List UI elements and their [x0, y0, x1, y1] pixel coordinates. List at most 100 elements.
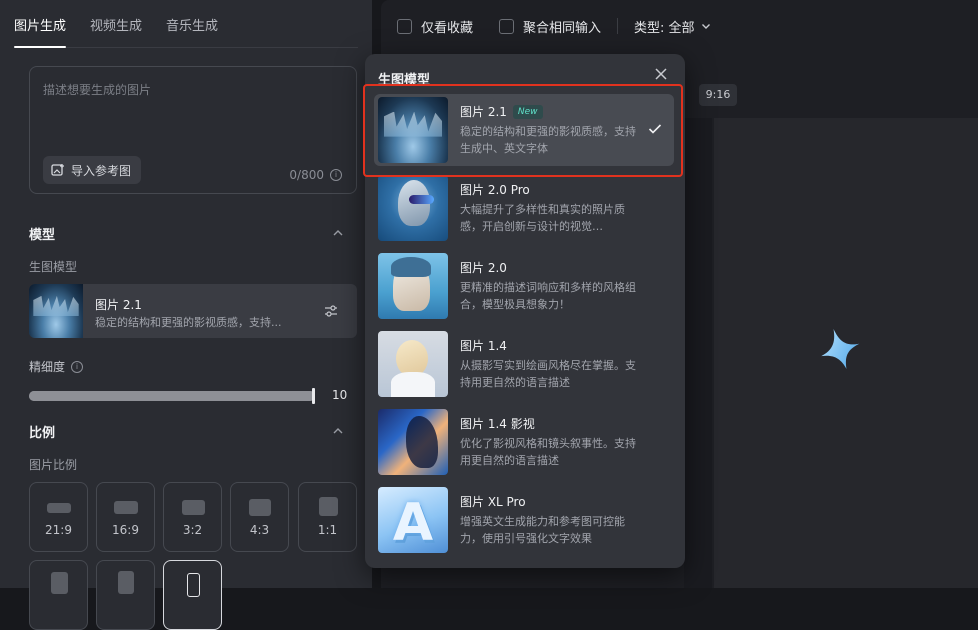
tab-image-generation[interactable]: 图片生成: [14, 0, 67, 48]
model-option-name-row: 图片 2.0 Pro: [460, 181, 530, 198]
model-option-name: 图片 1.4 影视: [460, 417, 535, 431]
model-option-desc: 大幅提升了多样性和真实的照片质感，开启创新与设计的视觉…: [460, 203, 625, 233]
model-option-desc: 从摄影写实到绘画风格尽在掌握。支持用更自然的语言描述: [460, 359, 636, 389]
model-option-name: 图片 2.0 Pro: [460, 183, 530, 197]
canvas-strip: [684, 118, 712, 588]
modal-title: 生图模型: [378, 73, 431, 88]
generation-tabs: 图片生成 视频生成 音乐生成: [14, 0, 358, 48]
ratio-shape: [51, 572, 68, 594]
ratio-shape: [187, 573, 200, 597]
detail-slider-handle[interactable]: [312, 388, 315, 404]
ratio-section-title: 比例: [29, 426, 56, 441]
model-option-2-1[interactable]: 图片 2.1 New 稳定的结构和更强的影视质感，支持生成中、英文字体: [374, 94, 674, 166]
model-option-name: 图片 2.0: [460, 261, 507, 275]
model-option-xl-pro[interactable]: A 图片 XL Pro 增强英文生成能力和参考图可控能力，使用引号强化文字效果: [374, 484, 674, 556]
chevron-down-icon: [701, 24, 710, 29]
left-panel: 图片生成 视频生成 音乐生成 导入参考图 0/800 i 模型 生图模型 图片 …: [0, 0, 372, 630]
prompt-input[interactable]: [43, 81, 343, 141]
chevron-up-icon[interactable]: [332, 425, 344, 437]
adjust-sliders-icon[interactable]: [323, 303, 339, 319]
ratio-16-9[interactable]: 16:9: [96, 482, 155, 552]
model-option-name: 图片 XL Pro: [460, 495, 526, 509]
model-sub-label: 生图模型: [29, 260, 78, 274]
import-reference-button[interactable]: 导入参考图: [43, 156, 142, 184]
letter-a-logo: A: [392, 493, 434, 553]
ratio-label: 3:2: [182, 523, 203, 537]
model-selector-modal: 生图模型 图片 2.1 New 稳定的结构和更强的影视质感，支持生成中、英文字体…: [365, 54, 685, 568]
results-toolbar: 仅看收藏 聚合相同输入 类型: 全部: [381, 0, 978, 52]
char-counter: 0/800 i: [289, 168, 342, 182]
type-filter-label: 类型: 全部: [634, 20, 695, 36]
model-option-name: 图片 1.4: [460, 339, 507, 353]
merge-same-input-checkbox[interactable]: 聚合相同输入: [499, 17, 601, 36]
checkbox-box: [397, 18, 412, 34]
tab-video-generation[interactable]: 视频生成: [90, 0, 142, 47]
model-thumbnail: [29, 284, 83, 338]
model-section-title: 模型: [29, 228, 56, 243]
detail-label-row: 精细度 i: [29, 358, 84, 375]
ratio-21-9[interactable]: 21:9: [29, 482, 88, 552]
check-icon: [648, 124, 662, 134]
current-model-desc: 稳定的结构和更强的影视质感，支持...: [95, 316, 282, 329]
prompt-box: 导入参考图 0/800 i: [29, 66, 357, 194]
model-option-name-row: 图片 2.0: [460, 259, 507, 276]
ratio-shape: [319, 497, 338, 516]
ratio-3-4[interactable]: [29, 560, 88, 630]
current-model-card[interactable]: 图片 2.1 稳定的结构和更强的影视质感，支持...: [29, 284, 357, 338]
ratio-shape: [182, 500, 205, 515]
model-option-name-row: 图片 XL Pro: [460, 493, 526, 510]
model-thumbnail: [378, 253, 448, 319]
toolbar-divider: [617, 18, 619, 34]
char-counter-text: 0/800: [289, 168, 324, 182]
ratio-9-16[interactable]: [163, 560, 222, 630]
favorites-only-checkbox[interactable]: 仅看收藏: [397, 17, 473, 36]
merge-same-input-label: 聚合相同输入: [523, 20, 602, 36]
favorites-only-label: 仅看收藏: [421, 20, 474, 36]
model-option-desc: 稳定的结构和更强的影视质感，支持生成中、英文字体: [460, 125, 636, 155]
sparkle-star-icon: [821, 329, 860, 369]
model-option-2-0-pro[interactable]: 图片 2.0 Pro 大幅提升了多样性和真实的照片质感，开启创新与设计的视觉…: [374, 172, 674, 244]
ratio-label: 4:3: [249, 523, 270, 537]
model-option-1-4-film[interactable]: 图片 1.4 影视 优化了影视风格和镜头叙事性。支持用更自然的语言描述: [374, 406, 674, 478]
current-model-name: 图片 2.1: [95, 298, 142, 312]
info-icon[interactable]: i: [330, 169, 342, 181]
ratio-sub-label: 图片比例: [29, 458, 78, 472]
ratio-shape: [249, 499, 271, 516]
model-option-desc: 增强英文生成能力和参考图可控能力，使用引号强化文字效果: [460, 515, 625, 545]
ratio-shape: [47, 503, 71, 513]
ratio-3-2[interactable]: 3:2: [163, 482, 222, 552]
model-option-1-4[interactable]: 图片 1.4 从摄影写实到绘画风格尽在掌握。支持用更自然的语言描述: [374, 328, 674, 400]
ratio-shape: [114, 501, 138, 514]
model-thumbnail: [378, 331, 448, 397]
new-badge: New: [512, 104, 543, 119]
ratio-shape: [118, 571, 134, 594]
type-filter-dropdown[interactable]: 类型: 全部: [634, 17, 711, 36]
detail-label: 精细度: [29, 360, 66, 374]
ratio-label: 21:9: [45, 523, 72, 537]
model-option-desc: 更精准的描述词响应和多样的风格组合，模型极具想象力！: [460, 281, 636, 311]
ratio-chip: 9:16: [699, 84, 737, 106]
tab-music-generation[interactable]: 音乐生成: [166, 0, 218, 47]
close-icon[interactable]: [653, 66, 669, 82]
ratio-4-3[interactable]: 4:3: [230, 482, 289, 552]
model-option-name: 图片 2.1: [460, 105, 507, 119]
chevron-up-icon[interactable]: [332, 227, 344, 239]
model-option-name-row: 图片 1.4: [460, 337, 507, 354]
detail-slider[interactable]: [29, 388, 315, 404]
model-option-name-row: 图片 2.1 New: [460, 103, 543, 120]
ratio-2-3[interactable]: [96, 560, 155, 630]
model-thumbnail: [378, 175, 448, 241]
import-reference-label: 导入参考图: [71, 163, 132, 178]
model-option-2-0[interactable]: 图片 2.0 更精准的描述词响应和多样的风格组合，模型极具想象力！: [374, 250, 674, 322]
ratio-1-1[interactable]: 1:1: [298, 482, 357, 552]
detail-value: 10: [332, 388, 348, 402]
ratio-label: 16:9: [112, 523, 139, 537]
model-thumbnail: [378, 409, 448, 475]
model-option-name-row: 图片 1.4 影视: [460, 415, 535, 432]
model-thumbnail: [378, 97, 448, 163]
model-option-desc: 优化了影视风格和镜头叙事性。支持用更自然的语言描述: [460, 437, 636, 467]
checkbox-box: [499, 18, 515, 34]
image-plus-icon: [51, 164, 64, 176]
model-thumbnail: A: [378, 487, 448, 553]
info-icon[interactable]: i: [71, 360, 84, 373]
